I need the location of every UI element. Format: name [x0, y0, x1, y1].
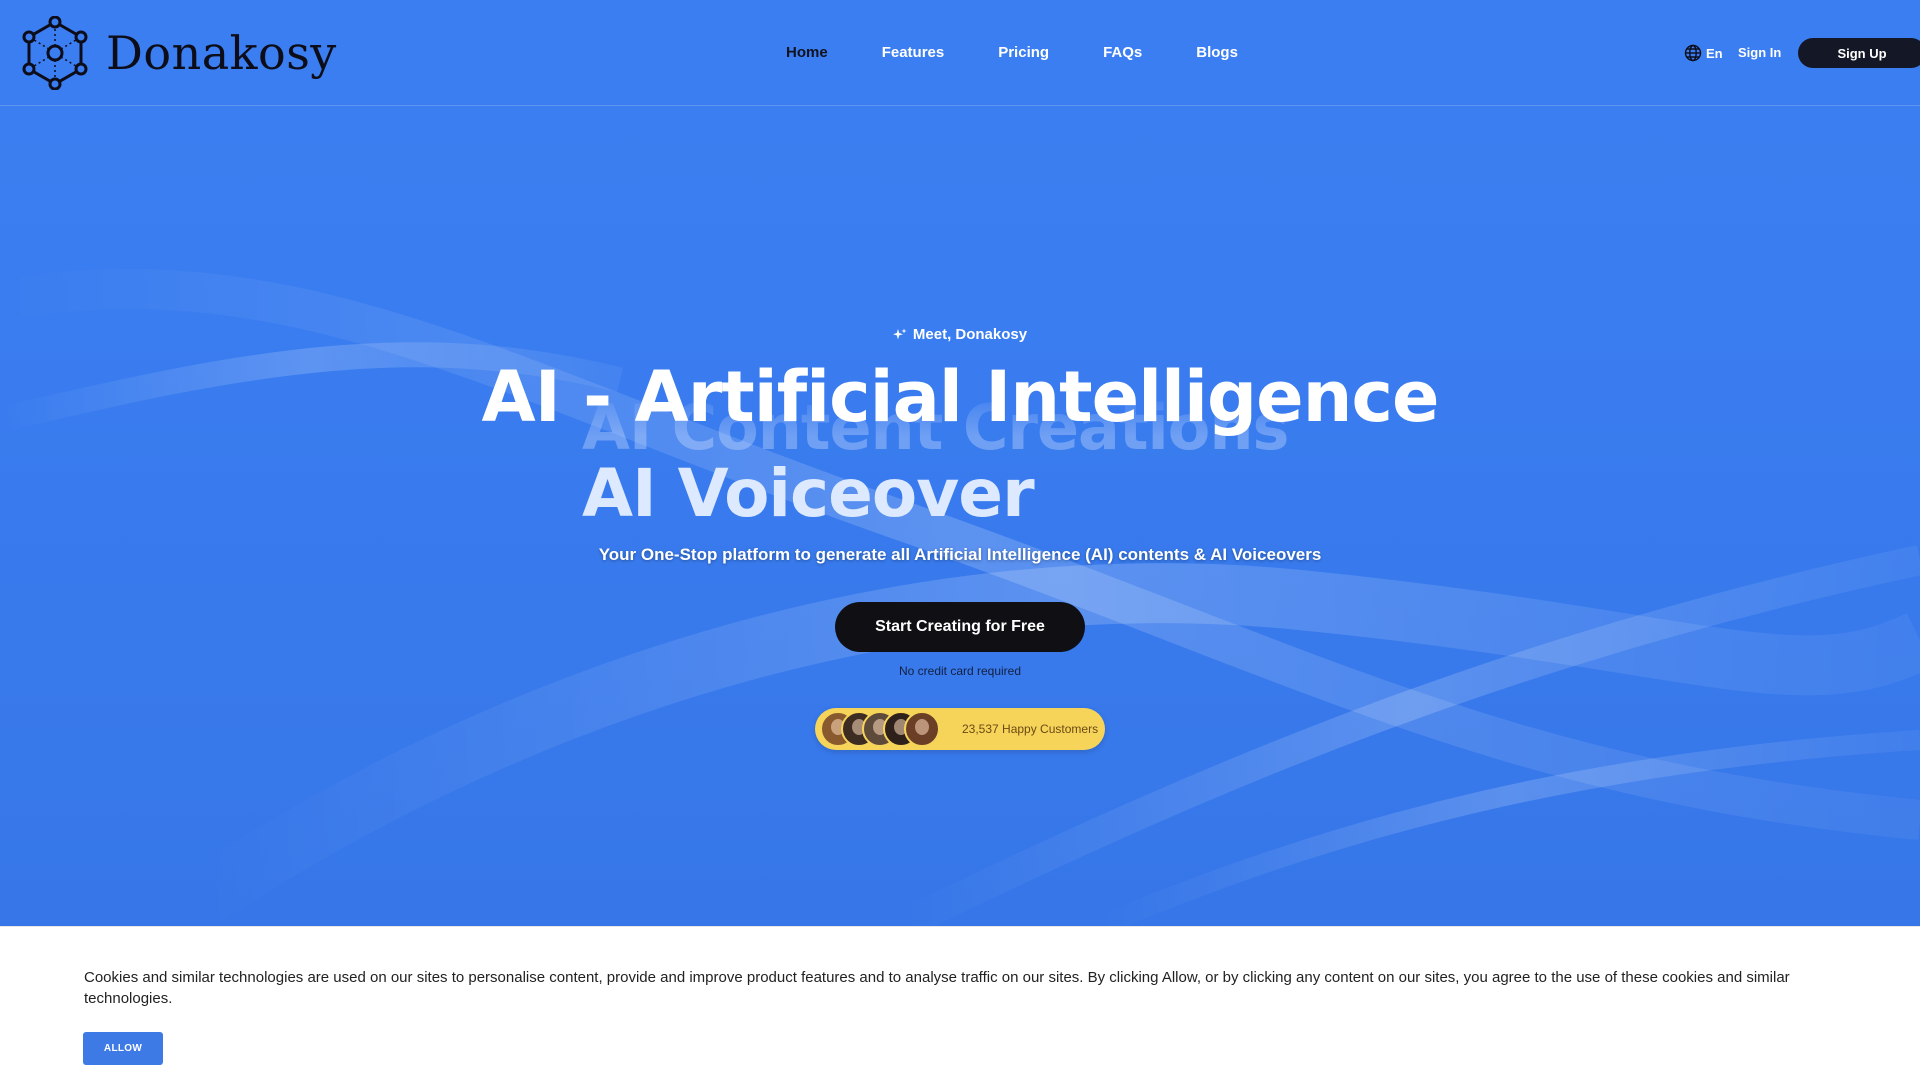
brand-name: Donakosy [106, 26, 337, 80]
globe-icon [1684, 44, 1702, 62]
brand-logo-link[interactable]: Donakosy [20, 16, 337, 90]
hero-eyebrow: Meet, Donakosy [0, 326, 1920, 343]
cta-note: No credit card required [898, 664, 1022, 678]
hero-subtitle: Your One-Stop platform to generate all A… [598, 545, 1322, 564]
sign-up-button[interactable]: Sign Up [1798, 38, 1920, 68]
rotating-text-current: AI Voiceover [582, 455, 1035, 532]
customer-avatars [820, 711, 940, 747]
main-nav: Home Features Pricing FAQs Blogs [786, 40, 1238, 66]
happy-customers-badge: 23,537 Happy Customers [815, 708, 1105, 750]
nav-home[interactable]: Home [786, 40, 828, 66]
sparkle-icon [892, 328, 907, 339]
language-label: En [1706, 45, 1723, 61]
cookie-message: Cookies and similar technologies are use… [84, 969, 1790, 1007]
nav-pricing[interactable]: Pricing [998, 40, 1049, 66]
hero-headline: AI - Artificial Intelligence [481, 356, 1440, 438]
nav-faqs[interactable]: FAQs [1103, 40, 1142, 66]
avatar [904, 711, 940, 747]
eyebrow-text: Meet, Donakosy [912, 326, 1028, 343]
allow-cookies-button[interactable]: ALLOW [83, 1032, 163, 1065]
sign-in-link[interactable]: Sign In [1738, 43, 1781, 63]
cookie-banner: Cookies and similar technologies are use… [0, 926, 1920, 1080]
nav-features[interactable]: Features [882, 40, 945, 66]
happy-customers-count: 23,537 Happy Customers [962, 722, 1099, 736]
nav-blogs[interactable]: Blogs [1196, 40, 1238, 66]
logo-network-icon [22, 16, 88, 90]
language-selector[interactable]: En [1684, 43, 1723, 63]
site-header: Donakosy Home Features Pricing FAQs Blog… [0, 0, 1920, 106]
start-creating-button[interactable]: Start Creating for Free [835, 602, 1085, 652]
